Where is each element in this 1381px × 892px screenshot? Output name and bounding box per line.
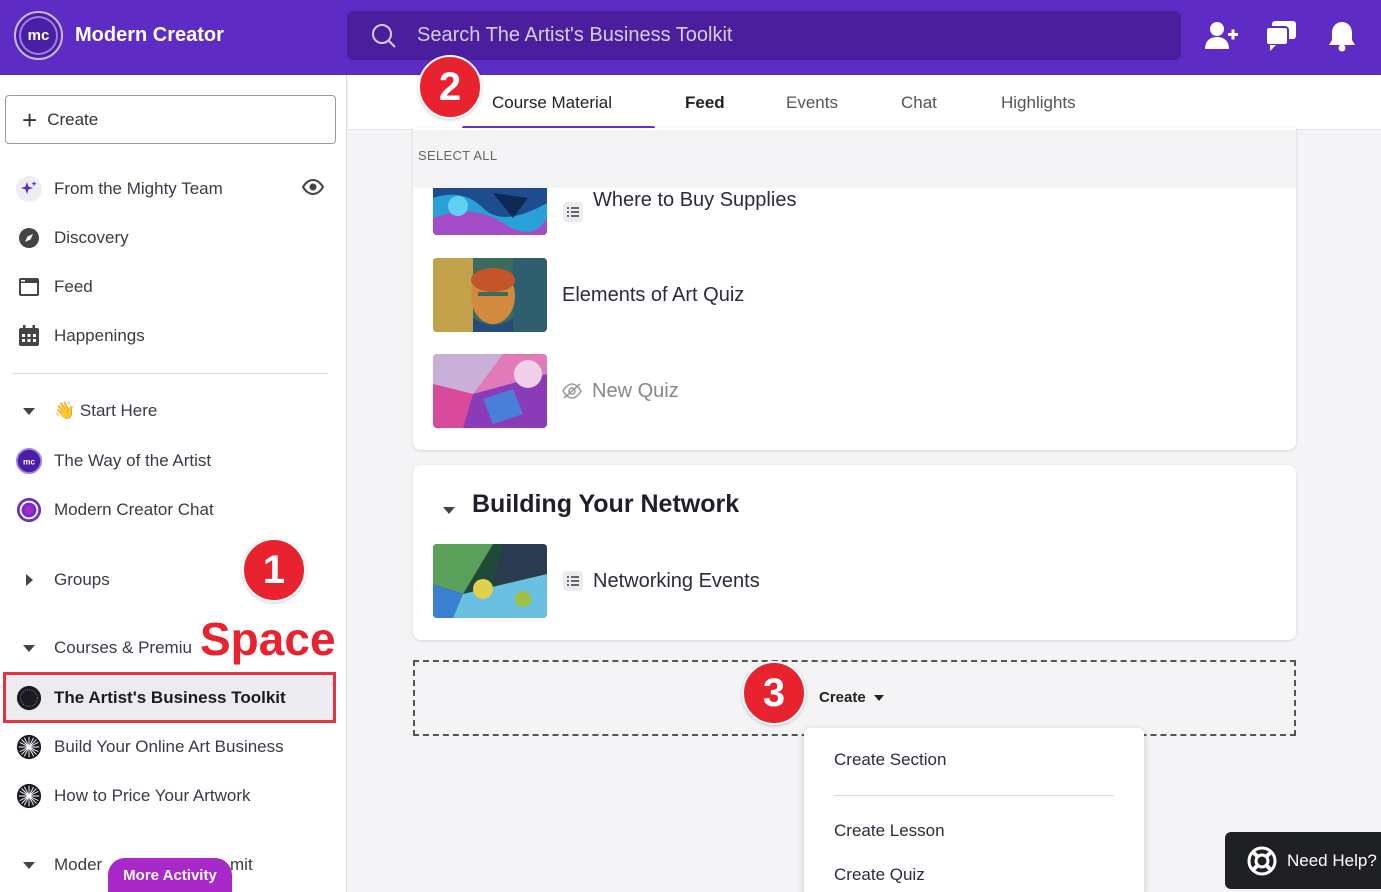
lesson-title: New Quiz [592, 379, 679, 402]
brand-name: Modern Creator [75, 24, 224, 46]
create-button[interactable]: + Create [5, 95, 336, 144]
eye-icon[interactable] [301, 178, 325, 200]
sidebar-item-start-here[interactable]: 👋 Start Here [16, 396, 157, 426]
sidebar-item-label: 👋 Start Here [54, 401, 158, 420]
list-icon [563, 201, 583, 222]
sparkle-icon [16, 176, 42, 202]
create-dropdown-button[interactable]: Create [819, 689, 884, 706]
sidebar-item-way-of-artist[interactable]: mc The Way of the Artist [16, 446, 211, 476]
sidebar-item-label: Moder [54, 855, 103, 874]
tab-feed[interactable]: Feed [685, 93, 725, 113]
messages-icon[interactable] [1263, 18, 1299, 54]
compass-icon [16, 225, 42, 251]
feed-icon [16, 274, 42, 300]
plus-icon: + [22, 104, 38, 135]
lesson-thumbnail [433, 544, 547, 618]
annotation-badge-1: 1 [242, 538, 306, 602]
menu-item-create-lesson[interactable]: Create Lesson [834, 821, 945, 841]
calendar-icon [16, 323, 42, 349]
lesson-title: Where to Buy Supplies [593, 189, 797, 211]
lesson-thumbnail [433, 188, 547, 235]
toolkit-avatar-icon [16, 685, 42, 711]
chevron-down-icon [16, 398, 42, 424]
top-bar: mc Modern Creator [0, 0, 1381, 75]
create-menu: Create Section Create Lesson Create Quiz [804, 728, 1144, 892]
lesson-row[interactable]: Where to Buy Supplies [433, 188, 796, 235]
sidebar-item-label: Feed [54, 277, 93, 296]
menu-item-create-section[interactable]: Create Section [834, 750, 946, 770]
section-title[interactable]: Building Your Network [472, 490, 739, 519]
menu-divider [834, 795, 1114, 796]
tab-events[interactable]: Events [786, 93, 838, 113]
tab-course-material[interactable]: Course Material [492, 93, 612, 113]
sidebar-item-happenings[interactable]: Happenings [16, 321, 145, 351]
brand-logo: mc [14, 11, 63, 60]
chevron-down-icon [16, 852, 42, 878]
lesson-thumbnail [433, 354, 547, 428]
sidebar-item-price-artwork[interactable]: How to Price Your Artwork [16, 781, 251, 811]
lesson-title: Elements of Art Quiz [562, 283, 745, 306]
sidebar-item-label: Courses & Premiu [54, 638, 192, 657]
tab-bar: Course Material Feed Events Chat Highlig… [348, 75, 1381, 130]
sidebar-item-label: Happenings [54, 326, 145, 345]
sidebar-item-mighty-team[interactable]: From the Mighty Team [16, 174, 223, 204]
bell-icon[interactable] [1324, 18, 1360, 54]
sidebar-item-label: Modern Creator Chat [54, 500, 214, 519]
need-help-button[interactable]: Need Help? [1225, 832, 1381, 889]
lesson-title: Networking Events [593, 569, 760, 592]
sidebar-item-chat[interactable]: Modern Creator Chat [16, 495, 214, 525]
sidebar-item-label: Build Your Online Art Business [54, 737, 284, 756]
search-input[interactable] [417, 24, 1157, 47]
search-bar[interactable] [347, 11, 1181, 60]
create-dropdown-label: Create [819, 689, 866, 706]
annotation-badge-2: 2 [418, 55, 482, 119]
sidebar-item-label-end: mit [230, 855, 253, 874]
chevron-down-icon[interactable] [443, 501, 455, 519]
sidebar-item-label: How to Price Your Artwork [54, 786, 251, 805]
sidebar: + Create From the Mighty Team Discovery … [0, 75, 347, 892]
lesson-row[interactable]: New Quiz [433, 354, 679, 428]
mc-avatar-icon: mc [16, 448, 42, 474]
search-icon [372, 23, 396, 48]
sidebar-item-artists-toolkit[interactable]: The Artist's Business Toolkit [16, 683, 286, 713]
lifebuoy-icon [1247, 846, 1277, 875]
sidebar-item-courses[interactable]: Courses & Premiu [16, 633, 192, 663]
tab-chat[interactable]: Chat [901, 93, 937, 113]
sidebar-item-build-business[interactable]: Build Your Online Art Business [16, 732, 284, 762]
more-activity-button[interactable]: More Activity [108, 858, 232, 892]
need-help-label: Need Help? [1287, 850, 1377, 870]
menu-item-create-quiz[interactable]: Create Quiz [834, 865, 925, 885]
sidebar-item-label: From the Mighty Team [54, 179, 223, 198]
sidebar-item-modern-summit[interactable]: Moder mit [16, 850, 253, 880]
svg-text:mc: mc [23, 457, 35, 467]
hidden-eye-icon [562, 383, 582, 399]
tab-highlights[interactable]: Highlights [1001, 93, 1076, 113]
lesson-thumbnail [433, 258, 547, 332]
sidebar-item-label: The Way of the Artist [54, 451, 212, 470]
chevron-right-icon [16, 567, 42, 593]
sidebar-item-label: Groups [54, 570, 110, 589]
chevron-down-icon [873, 694, 884, 701]
list-icon [563, 571, 583, 591]
burst-avatar-icon [16, 734, 42, 760]
lesson-row[interactable]: Elements of Art Quiz [433, 258, 744, 332]
create-label: Create [47, 109, 99, 129]
sidebar-item-label: The Artist's Business Toolkit [54, 688, 286, 707]
chevron-down-icon [16, 635, 42, 661]
sidebar-item-discovery[interactable]: Discovery [16, 223, 129, 253]
select-all-bar [413, 130, 1296, 188]
annotation-space-label: Space [200, 613, 336, 665]
add-user-icon[interactable] [1203, 18, 1239, 54]
sidebar-item-feed[interactable]: Feed [16, 272, 93, 302]
annotation-badge-3: 3 [742, 661, 806, 725]
select-all-button[interactable]: SELECT ALL [418, 148, 497, 163]
brand[interactable]: mc Modern Creator [14, 11, 224, 60]
sidebar-item-label: Discovery [54, 228, 129, 247]
sidebar-item-groups[interactable]: Groups [16, 565, 110, 595]
sidebar-divider [12, 373, 328, 374]
lesson-row[interactable]: Networking Events [433, 544, 760, 618]
chat-avatar-icon [16, 497, 42, 523]
burst-avatar-icon [16, 783, 42, 809]
